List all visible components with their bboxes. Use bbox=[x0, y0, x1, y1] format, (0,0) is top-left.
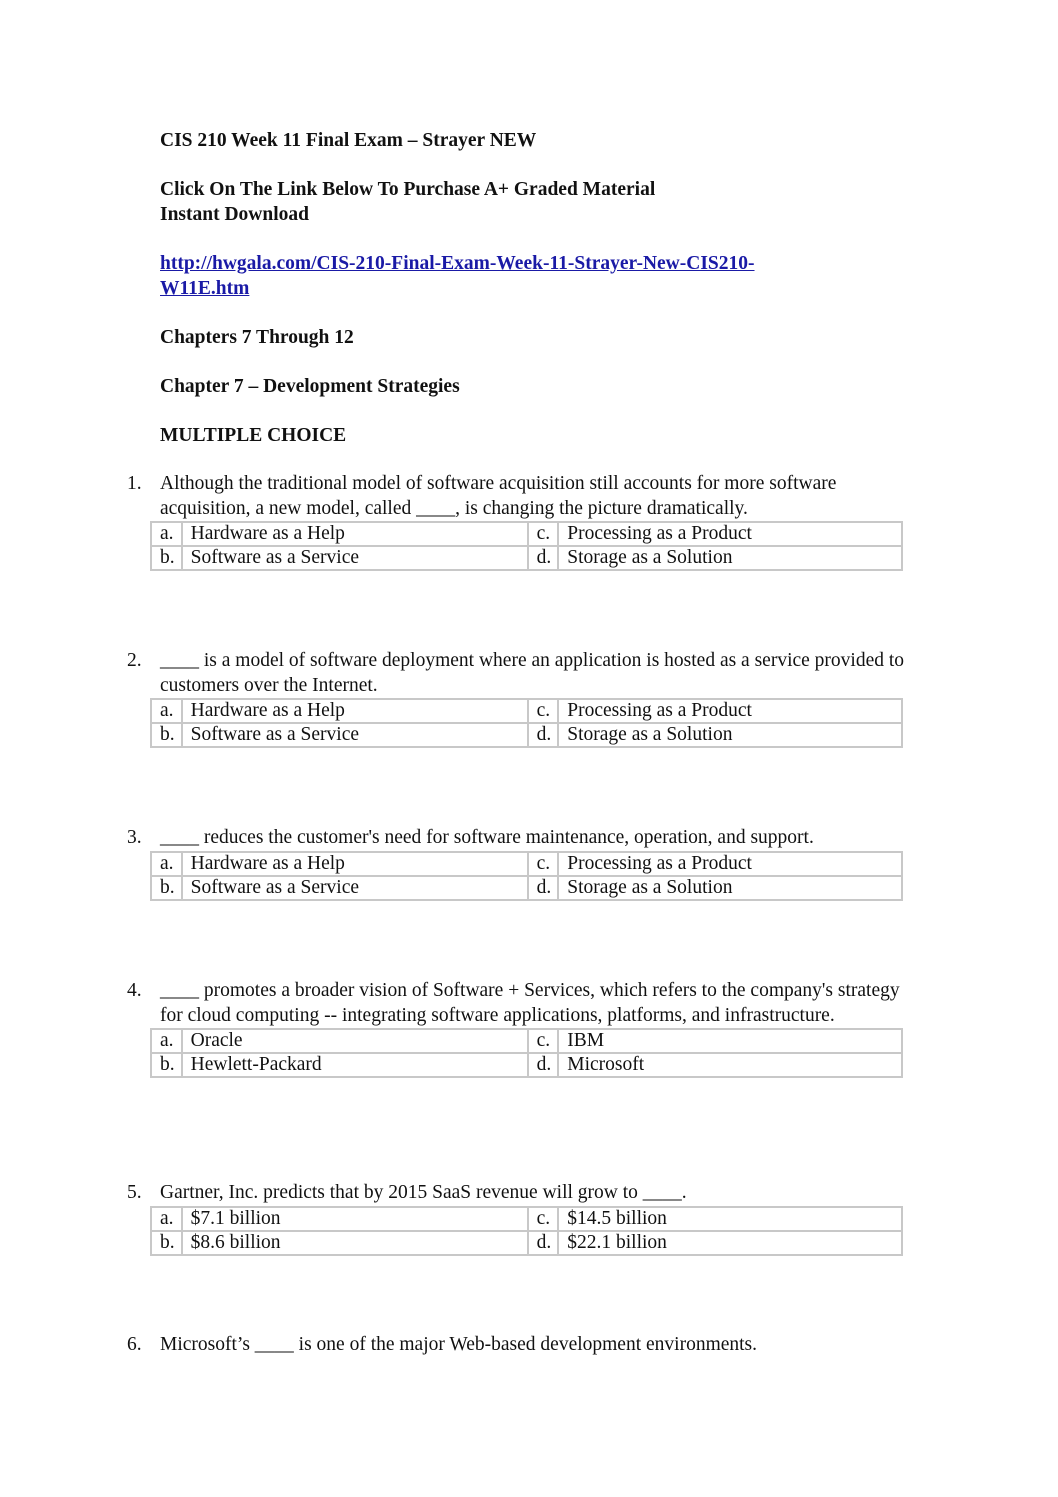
option-b: Software as a Service bbox=[180, 545, 529, 571]
options-row: a. Oracle c. IBM bbox=[150, 1028, 903, 1054]
options-table: a. Hardware as a Help c. Processing as a… bbox=[150, 521, 903, 571]
option-b: Software as a Service bbox=[180, 874, 529, 901]
options-row: a. Hardware as a Help c. Processing as a… bbox=[150, 850, 903, 877]
option-letter: c. bbox=[526, 698, 560, 724]
options-table: a. $7.1 billion c. $14.5 billion b. $8.6… bbox=[150, 1205, 903, 1256]
option-letter: d. bbox=[526, 722, 560, 748]
option-a: Hardware as a Help bbox=[180, 521, 529, 547]
options-table: a. Hardware as a Help c. Processing as a… bbox=[150, 698, 903, 748]
option-letter: c. bbox=[526, 1205, 560, 1232]
purchase-link-cont[interactable]: W11E.htm bbox=[160, 278, 249, 299]
option-b: Hewlett-Packard bbox=[180, 1052, 529, 1078]
question-number: 5. bbox=[127, 1182, 142, 1203]
option-b: Software as a Service bbox=[180, 722, 529, 748]
chapter-heading: Chapter 7 – Development Strategies bbox=[160, 376, 460, 397]
chapters-heading: Chapters 7 Through 12 bbox=[160, 327, 354, 348]
question-text: Gartner, Inc. predicts that by 2015 SaaS… bbox=[160, 1182, 687, 1203]
option-c: $14.5 billion bbox=[557, 1205, 903, 1232]
question-number: 3. bbox=[127, 827, 142, 848]
option-letter: a. bbox=[150, 1028, 183, 1054]
option-letter: c. bbox=[526, 1028, 560, 1054]
question-number: 4. bbox=[127, 980, 142, 1001]
options-row: b. $8.6 billion d. $22.1 billion bbox=[150, 1229, 903, 1256]
option-d: Storage as a Solution bbox=[557, 874, 903, 901]
option-letter: b. bbox=[150, 1229, 183, 1256]
option-letter: a. bbox=[150, 1205, 183, 1232]
option-d: $22.1 billion bbox=[557, 1229, 903, 1256]
option-d: Microsoft bbox=[557, 1052, 903, 1078]
option-c: Processing as a Product bbox=[557, 521, 903, 547]
question-text: ____ reduces the customer's need for sof… bbox=[160, 827, 814, 848]
purchase-link[interactable]: http://hwgala.com/CIS-210-Final-Exam-Wee… bbox=[160, 253, 755, 274]
question-6: 6. Microsoft’s ____ is one of the major … bbox=[127, 1333, 907, 1358]
option-letter: b. bbox=[150, 722, 183, 748]
option-letter: a. bbox=[150, 850, 183, 877]
document-title: CIS 210 Week 11 Final Exam – Strayer NEW bbox=[160, 130, 537, 151]
question-number: 1. bbox=[127, 473, 142, 494]
options-row: a. Hardware as a Help c. Processing as a… bbox=[150, 521, 903, 547]
option-d: Storage as a Solution bbox=[557, 722, 903, 748]
question-text: ____ is a model of software deployment w… bbox=[160, 650, 905, 696]
option-letter: a. bbox=[150, 698, 183, 724]
promo-text: Click On The Link Below To Purchase A+ G… bbox=[160, 179, 656, 200]
question-number: 6. bbox=[127, 1334, 142, 1355]
option-letter: d. bbox=[526, 1052, 560, 1078]
question-text: Microsoft’s ____ is one of the major Web… bbox=[160, 1334, 758, 1355]
options-table: a. Oracle c. IBM b. Hewlett-Packard d. M… bbox=[150, 1028, 903, 1078]
option-c: IBM bbox=[557, 1028, 903, 1054]
question-text: Although the traditional model of softwa… bbox=[160, 473, 837, 519]
option-letter: c. bbox=[526, 521, 560, 547]
option-letter: d. bbox=[526, 545, 560, 571]
option-letter: d. bbox=[526, 874, 560, 901]
question-4: 4. ____ promotes a broader vision of Sof… bbox=[127, 979, 907, 1078]
option-letter: b. bbox=[150, 545, 183, 571]
option-a: Oracle bbox=[180, 1028, 529, 1054]
options-row: a. Hardware as a Help c. Processing as a… bbox=[150, 698, 903, 724]
option-letter: b. bbox=[150, 1052, 183, 1078]
option-a: Hardware as a Help bbox=[180, 850, 529, 877]
question-2: 2. ____ is a model of software deploymen… bbox=[127, 649, 907, 748]
options-row: b. Software as a Service d. Storage as a… bbox=[150, 722, 903, 748]
option-a: $7.1 billion bbox=[180, 1205, 529, 1232]
option-c: Processing as a Product bbox=[557, 698, 903, 724]
options-row: b. Software as a Service d. Storage as a… bbox=[150, 874, 903, 901]
question-text: ____ promotes a broader vision of Softwa… bbox=[160, 980, 900, 1026]
options-row: b. Software as a Service d. Storage as a… bbox=[150, 545, 903, 571]
question-3: 3. ____ reduces the customer's need for … bbox=[127, 826, 907, 901]
option-a: Hardware as a Help bbox=[180, 698, 529, 724]
section-heading: MULTIPLE CHOICE bbox=[160, 425, 347, 446]
option-letter: c. bbox=[526, 850, 560, 877]
option-letter: a. bbox=[150, 521, 183, 547]
option-letter: d. bbox=[526, 1229, 560, 1256]
option-c: Processing as a Product bbox=[557, 850, 903, 877]
promo-subtext: Instant Download bbox=[160, 204, 310, 225]
question-1: 1. Although the traditional model of sof… bbox=[127, 472, 907, 571]
options-table: a. Hardware as a Help c. Processing as a… bbox=[150, 850, 903, 901]
options-row: a. $7.1 billion c. $14.5 billion bbox=[150, 1205, 903, 1232]
option-b: $8.6 billion bbox=[180, 1229, 529, 1256]
option-letter: b. bbox=[150, 874, 183, 901]
options-row: b. Hewlett-Packard d. Microsoft bbox=[150, 1052, 903, 1078]
option-d: Storage as a Solution bbox=[557, 545, 903, 571]
question-5: 5. Gartner, Inc. predicts that by 2015 S… bbox=[127, 1181, 907, 1256]
purchase-link-container: http://hwgala.com/CIS-210-Final-Exam-Wee… bbox=[160, 251, 755, 301]
question-number: 2. bbox=[127, 650, 142, 671]
